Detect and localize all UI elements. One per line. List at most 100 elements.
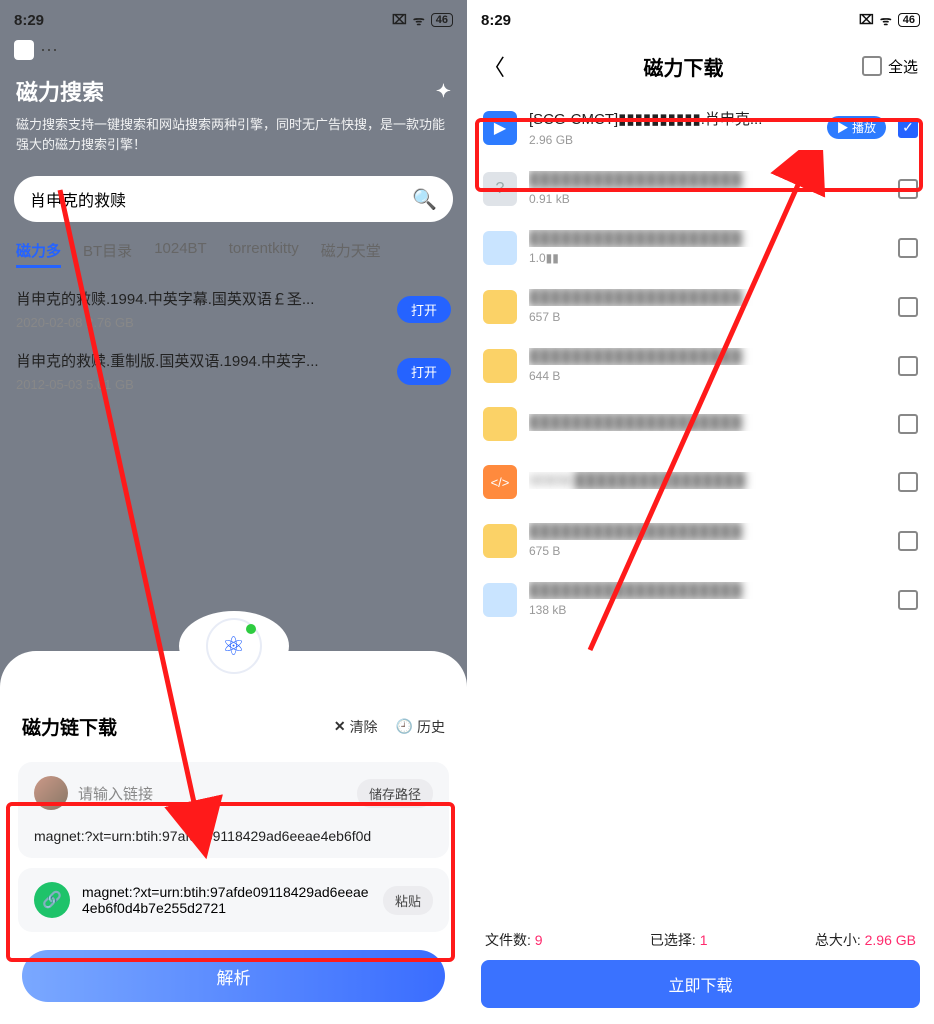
file-checkbox[interactable]: [898, 531, 918, 551]
history-button[interactable]: 🕘历史: [396, 717, 445, 737]
selected-value: 1: [700, 932, 708, 948]
page-header: 磁力搜索 ✦ 磁力搜索支持一键搜索和网站搜索两种引擎，同时无广告快搜，是一款功能…: [0, 61, 467, 164]
file-size: 2.96 GB: [529, 133, 815, 147]
paste-button[interactable]: 粘贴: [383, 886, 433, 915]
file-name: ████████████████████: [529, 230, 886, 247]
search-input[interactable]: [30, 190, 412, 208]
result-row-0[interactable]: 肖申克的救赎.1994.中英字幕.国英双语￡圣... 2020-02-08 2.…: [0, 278, 467, 340]
play-file-icon: ▶: [483, 111, 517, 145]
wifi-icon: ᯤ: [880, 11, 892, 29]
file-row-4[interactable]: ████████████████████644 B: [467, 336, 934, 395]
sheet-handle: ⚛: [179, 611, 289, 681]
sheet-title: 磁力链下载: [22, 713, 117, 740]
result-title: 肖申克的救赎.1994.中英字幕.国英双语￡圣...: [16, 288, 314, 309]
tab-4[interactable]: 磁力天堂: [321, 240, 381, 268]
clipboard-magnet: magnet:?xt=urn:btih:97afde09118429ad6eea…: [82, 884, 371, 916]
bottom-bar: 文件数: 9 已选择: 1 总大小: 2.96 GB 立即下载: [467, 920, 934, 1024]
clear-button[interactable]: ✕清除: [334, 717, 378, 737]
download-button[interactable]: 立即下载: [481, 960, 920, 1008]
back-icon[interactable]: 〈: [483, 50, 505, 82]
clipboard-card: 🔗 magnet:?xt=urn:btih:97afde09118429ad6e…: [18, 868, 449, 932]
file-checkbox[interactable]: [898, 414, 918, 434]
result-row-1[interactable]: 肖申克的救赎.重制版.国英双语.1994.中英字... 2012-05-03 5…: [0, 340, 467, 402]
wifi-icon: ᯤ: [413, 11, 425, 29]
file-name: ████████████████████: [529, 171, 886, 188]
left-phone: 8:29 ⌧ ᯤ 46 ⋯ 磁力搜索 ✦ 磁力搜索支持一键搜索和网站搜索两种引擎…: [0, 0, 467, 1024]
file-checkbox[interactable]: ✓: [898, 118, 918, 138]
tab-2[interactable]: 1024BT: [154, 240, 207, 268]
code-file-icon: </>: [483, 465, 517, 499]
selected-label: 已选择:: [650, 932, 696, 948]
fold-file-icon: [483, 524, 517, 558]
open-button[interactable]: 打开: [397, 358, 451, 385]
status-icons: ⌧ ᯤ 46: [859, 11, 920, 29]
file-row-0[interactable]: ▶ [SCG-CMCT]▮▮▮▮▮▮▮▮▮▮.肖申克... 2.96 GB ▶ 播放 ✓: [467, 96, 934, 159]
file-size: 1.0▮▮: [529, 251, 886, 265]
tab-3[interactable]: torrentkitty: [229, 240, 299, 268]
file-checkbox[interactable]: [898, 472, 918, 492]
img-file-icon: [483, 583, 517, 617]
select-all[interactable]: 全选: [862, 56, 918, 77]
cast-icon: ⌧: [392, 12, 407, 28]
status-icons: ⌧ ᯤ 46: [392, 11, 453, 29]
link-input-card: 请输入链接 储存路径 magnet:?xt=urn:btih:97afde091…: [18, 762, 449, 858]
search-icon[interactable]: 🔍: [412, 187, 437, 212]
file-size: 657 B: [529, 310, 886, 324]
result-title: 肖申克的救赎.重制版.国英双语.1994.中英字...: [16, 350, 319, 371]
file-size: 0.91 kB: [529, 192, 886, 206]
summary-stats: 文件数: 9 已选择: 1 总大小: 2.96 GB: [481, 930, 920, 960]
file-row-5[interactable]: ████████████████████: [467, 395, 934, 453]
result-meta: 2012-05-03 5.01 GB: [16, 377, 319, 392]
play-button[interactable]: ▶ 播放: [827, 116, 886, 139]
magnet-text[interactable]: magnet:?xt=urn:btih:97afde09118429ad6eea…: [34, 828, 433, 844]
file-size: 644 B: [529, 369, 886, 383]
file-checkbox[interactable]: [898, 297, 918, 317]
file-name: [SCG-CMCT]▮▮▮▮▮▮▮▮▮▮.肖申克...: [529, 108, 815, 129]
bookmark-icon[interactable]: ✦: [436, 81, 451, 102]
file-row-7[interactable]: ████████████████████ 675 B: [467, 511, 934, 570]
file-checkbox[interactable]: [898, 179, 918, 199]
file-row-1[interactable]: ? ████████████████████ 0.91 kB: [467, 159, 934, 218]
app-switcher: ⋯: [0, 40, 467, 61]
file-checkbox[interactable]: [898, 238, 918, 258]
file-list: ▶ [SCG-CMCT]▮▮▮▮▮▮▮▮▮▮.肖申克... 2.96 GB ▶ 播放 ✓…: [467, 96, 934, 629]
titlebar: 〈 磁力下载 全选: [467, 40, 934, 96]
search-bar[interactable]: 🔍: [14, 176, 453, 222]
file-name: ████████████████████: [529, 523, 886, 540]
tab-0[interactable]: 磁力多: [16, 240, 61, 268]
file-checkbox[interactable]: [898, 590, 918, 610]
file-row-6[interactable]: </> WWW.████████████████: [467, 453, 934, 511]
file-size: 675 B: [529, 544, 886, 558]
status-bar: 8:29 ⌧ ᯤ 46: [0, 0, 467, 40]
storage-path-button[interactable]: 储存路径: [357, 779, 433, 808]
size-label: 总大小:: [815, 932, 861, 948]
select-all-label: 全选: [888, 56, 918, 77]
parse-button[interactable]: 解析: [22, 950, 445, 1002]
file-row-2[interactable]: ████████████████████ 1.0▮▮: [467, 218, 934, 277]
q-file-icon: ?: [483, 172, 517, 206]
count-value: 9: [535, 932, 543, 948]
source-tabs: 磁力多 BT目录 1024BT torrentkitty 磁力天堂: [0, 222, 467, 278]
checkbox-icon[interactable]: [862, 56, 882, 76]
status-time: 8:29: [14, 12, 44, 29]
size-value: 2.96 GB: [865, 932, 916, 948]
tab-1[interactable]: BT目录: [83, 240, 132, 268]
file-name: ████████████████████: [529, 289, 886, 306]
clock-icon: 🕘: [396, 718, 413, 735]
file-name: WWW.████████████████: [529, 472, 886, 489]
count-label: 文件数:: [485, 932, 531, 948]
file-row-3[interactable]: ████████████████████ 657 B: [467, 277, 934, 336]
open-button[interactable]: 打开: [397, 296, 451, 323]
cast-icon: ⌧: [859, 12, 874, 28]
battery-icon: 46: [431, 13, 453, 27]
user-avatar: [34, 776, 68, 810]
magnet-sheet: ⚛ 磁力链下载 ✕清除 🕘历史 请输入链接 储存路径 magnet:?xt=ur…: [0, 651, 467, 1024]
page-title: 磁力下载: [644, 52, 724, 81]
file-checkbox[interactable]: [898, 356, 918, 376]
more-icon: ⋯: [40, 40, 58, 61]
page-subtitle: 磁力搜索支持一键搜索和网站搜索两种引擎，同时无广告快搜，是一款功能强大的磁力搜索…: [16, 115, 451, 154]
file-row-8[interactable]: ████████████████████138 kB: [467, 570, 934, 629]
status-time: 8:29: [481, 12, 511, 29]
file-size: 138 kB: [529, 603, 886, 617]
result-meta: 2020-02-08 2.76 GB: [16, 315, 314, 330]
